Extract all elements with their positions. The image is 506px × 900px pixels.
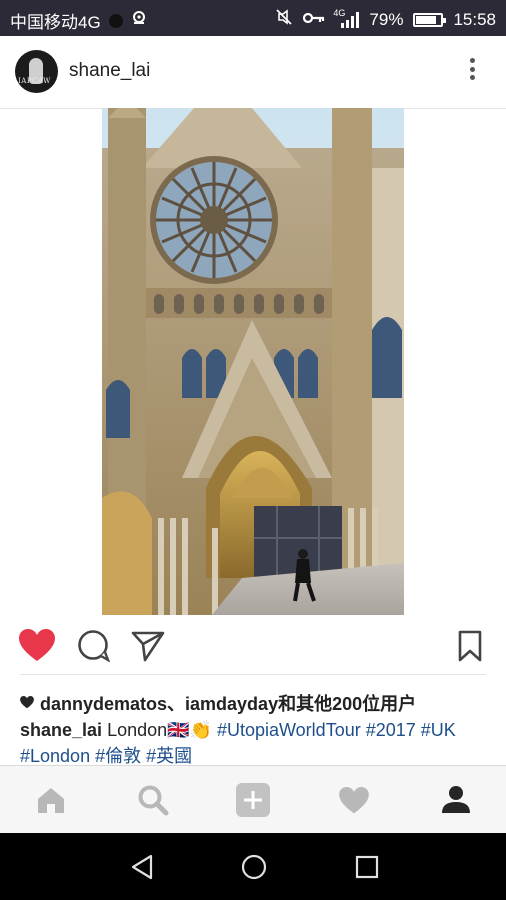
likes-summary[interactable]: dannydematos、iamdayday和其他200位用户 <box>20 690 416 716</box>
post-username[interactable]: shane_lai <box>69 60 150 82</box>
bottom-nav <box>0 765 506 834</box>
avatar-logo-text: IAPCAW <box>18 77 51 85</box>
clock: 15:58 <box>453 9 496 29</box>
caption-text: London🇬🇧👏 <box>107 720 212 740</box>
caption-username[interactable]: shane_lai <box>20 720 102 740</box>
small-heart-icon <box>20 693 34 714</box>
network-type-label: 4G <box>333 7 346 18</box>
system-navigation-bar <box>0 833 506 900</box>
battery-icon <box>413 12 447 27</box>
back-icon[interactable] <box>130 854 154 885</box>
send-icon[interactable] <box>131 630 165 667</box>
home-icon[interactable] <box>36 786 66 819</box>
key-icon <box>303 10 325 30</box>
post-actions <box>0 620 506 672</box>
profile-icon[interactable] <box>441 784 471 819</box>
post-photo[interactable] <box>102 108 404 615</box>
caption-hashtags-line2[interactable]: #London #倫敦 #英國 <box>20 746 192 766</box>
status-bar: 中国移动4G 4G 79% 15:58 <box>0 0 506 36</box>
likes-text: dannydematos、iamdayday和其他200位用户 <box>40 694 417 714</box>
recents-icon[interactable] <box>355 855 379 884</box>
mute-icon <box>275 8 293 31</box>
battery-percent: 79% <box>369 9 404 29</box>
location-icon <box>131 10 147 31</box>
add-icon[interactable] <box>236 783 270 822</box>
comment-icon[interactable] <box>77 630 111 667</box>
signal-icon: 4G <box>333 8 360 28</box>
carrier-label: 中国移动4G <box>10 13 101 32</box>
notification-dot-icon <box>108 13 123 28</box>
post-caption: shane_lai London🇬🇧👏 #UtopiaWorldTour #20… <box>20 717 490 769</box>
post-header: IAPCAW shane_lai <box>0 36 506 109</box>
home-circle-icon[interactable] <box>241 854 267 885</box>
divider <box>20 674 486 675</box>
caption-hashtags[interactable]: #UtopiaWorldTour #2017 #UK <box>217 720 456 740</box>
avatar[interactable]: IAPCAW <box>15 50 58 93</box>
activity-icon[interactable] <box>339 787 369 820</box>
bookmark-icon[interactable] <box>458 630 482 667</box>
search-icon[interactable] <box>137 784 169 821</box>
more-vertical-icon[interactable] <box>462 54 482 84</box>
heart-icon[interactable] <box>19 629 55 668</box>
